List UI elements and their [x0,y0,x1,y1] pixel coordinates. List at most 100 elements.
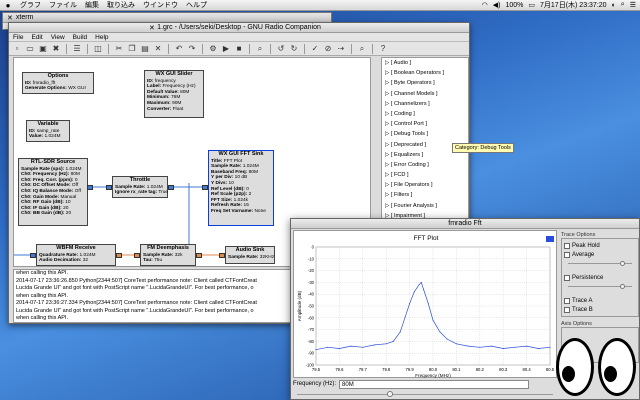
rtl-sdr-source-block[interactable]: RTL-SDR Source Sample Rate (sps): 1.024M… [18,158,88,226]
variable-block[interactable]: Variable ID: samp_rate Value: 1.024M [26,120,70,142]
block-category-item[interactable]: ▷ [ FCD ] [382,170,468,180]
block-category-item[interactable]: ▷ [ Byte Operators ] [382,78,468,88]
fft-plot-area[interactable]: FFT Plot 79.5 79.6 79.7 79.8 79.9 80.0 80.1 80.… [293,230,557,378]
console-output[interactable]: when calling this API. 2014-07-17 23:36:2… [13,269,299,323]
grc-titlebar[interactable]: ✕ 1.grc - /Users/seki/Desktop - GNU Radi… [9,23,469,33]
block-category-item[interactable]: ▷ [ Fourier Analysis ] [382,201,468,211]
volume-icon[interactable]: ◀) [493,1,501,9]
search-icon[interactable]: ⌕ [356,43,368,55]
undo-icon[interactable]: ↶ [173,43,185,55]
close-icon[interactable]: ✕ [149,24,155,32]
block-category-item[interactable]: ▷ [ Control Port ] [382,119,468,129]
find-icon[interactable]: ⌕ [254,43,266,55]
param-label: Sample Rate: [115,184,146,190]
new-icon[interactable]: ▫ [11,43,23,55]
menu-help[interactable]: Help [95,34,108,41]
battery-percent[interactable]: 100% [505,2,523,9]
wx-gui-fft-sink-block[interactable]: WX GUI FFT Sink Title: FFT Plot Sample Ra… [208,150,274,226]
menu-view[interactable]: View [51,34,65,41]
save-icon[interactable]: ▣ [37,43,49,55]
fm-deemphasis-block[interactable]: FM Deemphasis Sample Rate: 32k Tau: 75u [140,244,196,266]
frequency-input[interactable]: 80M [339,379,530,389]
block-category-item[interactable]: ▷ [ Debug Tools ] [382,129,468,139]
checkbox-box[interactable] [564,251,570,258]
param-label: Ref Level (dB): [211,186,245,192]
disable-icon[interactable]: ⊘ [322,43,334,55]
throttle-block[interactable]: Throttle Sample Rate: 1.024M Ignore rx_ra… [112,176,168,198]
enable-icon[interactable]: ✓ [309,43,321,55]
frequency-slider[interactable] [293,391,557,399]
menu-file[interactable]: ファイル [45,0,81,10]
menu-window[interactable]: ウインドウ [139,0,182,10]
stop-icon[interactable]: ■ [233,43,245,55]
menu-graph[interactable]: グラフ [16,0,45,10]
redo-icon[interactable]: ↷ [186,43,198,55]
close-icon[interactable]: ✖ [50,43,62,55]
average-checkbox[interactable]: Average [564,250,636,259]
prefs-icon[interactable]: ☰ [71,43,83,55]
screenshot-icon[interactable]: ◫ [92,43,104,55]
param-value: None [254,208,266,214]
fft-data-point [385,343,387,345]
fft-titlebar[interactable]: fmradio Fft [291,219,639,229]
apple-menu-icon[interactable]: ● [0,1,16,10]
run-icon[interactable]: ▶ [220,43,232,55]
wbfm-receive-block[interactable]: WBFM Receive Quadrature Rate: 1.024M Audi… [36,244,116,266]
block-category-item[interactable]: ▷ [ Channelizers ] [382,99,468,109]
throttle-out-port[interactable] [168,185,174,190]
block-category-item[interactable]: ▷ [ Channel Models ] [382,89,468,99]
rotate-cw-icon[interactable]: ↻ [288,43,300,55]
rtl-sdr-out-port[interactable] [87,185,93,190]
menu-file[interactable]: File [13,34,23,41]
slider-knob[interactable] [620,261,625,266]
generate-icon[interactable]: ⚙ [207,43,219,55]
menu-help[interactable]: ヘルプ [182,0,211,10]
audio-sink-block[interactable]: Audio Sink Sample Rate: 32KHz [225,246,275,264]
wifi-icon[interactable]: ◠ [482,1,488,9]
menu-edit[interactable]: 編集 [81,0,103,10]
wbfm-out-port[interactable] [116,253,122,258]
delete-icon[interactable]: ✕ [152,43,164,55]
cut-icon[interactable]: ✂ [113,43,125,55]
checkbox-box[interactable] [564,306,570,313]
peak-hold-checkbox[interactable]: Peak Hold [564,241,636,250]
battery-icon[interactable]: ▭ [528,1,535,9]
rotate-ccw-icon[interactable]: ↺ [275,43,287,55]
block-category-item[interactable]: ▷ [ File Operators ] [382,180,468,190]
menu-import[interactable]: 取り込み [103,0,139,10]
menu-build[interactable]: Build [73,34,87,41]
persistence-checkbox[interactable]: Persistence [564,273,636,282]
block-category-item[interactable]: ▷ [ Boolean Operators ] [382,68,468,78]
persistence-slider[interactable] [568,284,632,292]
paste-icon[interactable]: ▤ [139,43,151,55]
checkbox-box[interactable] [564,242,570,249]
deemph-out-port[interactable] [196,253,202,258]
trace-b-checkbox[interactable]: Trace B [564,305,636,314]
options-block[interactable]: Options ID: fmradio_fft Generate Options… [22,72,94,94]
average-slider[interactable] [568,261,632,269]
wx-gui-slider-block[interactable]: WX GUI Slider ID: frequency Label: Freque… [144,70,204,118]
clock[interactable]: 7月17日(木) 23:37:20 [540,0,607,10]
copy-icon[interactable]: ❐ [126,43,138,55]
notification-icon[interactable]: ☰ [630,1,636,9]
param-value: 10 [65,200,71,206]
checkbox-box[interactable] [564,297,570,304]
close-icon[interactable]: ✕ [7,14,13,22]
help-icon[interactable]: ? [377,43,389,55]
fft-data-point [392,340,394,342]
block-category-item[interactable]: ▷ [ Error Coding ] [382,160,468,170]
block-category-item[interactable]: ▷ [ Filters ] [382,190,468,200]
user-icon[interactable]: ◐ [612,2,616,9]
checkbox-box[interactable] [564,274,570,281]
block-category-item[interactable]: ▷ [ Coding ] [382,109,468,119]
open-icon[interactable]: ▭ [24,43,36,55]
xeyes-widget[interactable] [556,330,640,400]
toolbar-separator [351,43,352,54]
block-category-item[interactable]: ▷ [ Audio ] [382,58,468,68]
slider-knob[interactable] [620,284,625,289]
bypass-icon[interactable]: ⇢ [335,43,347,55]
menu-edit[interactable]: Edit [31,34,42,41]
spotlight-icon[interactable]: ⌕ [621,1,625,9]
trace-a-checkbox[interactable]: Trace A [564,296,636,305]
param-label: Refresh Rate: [211,203,243,209]
